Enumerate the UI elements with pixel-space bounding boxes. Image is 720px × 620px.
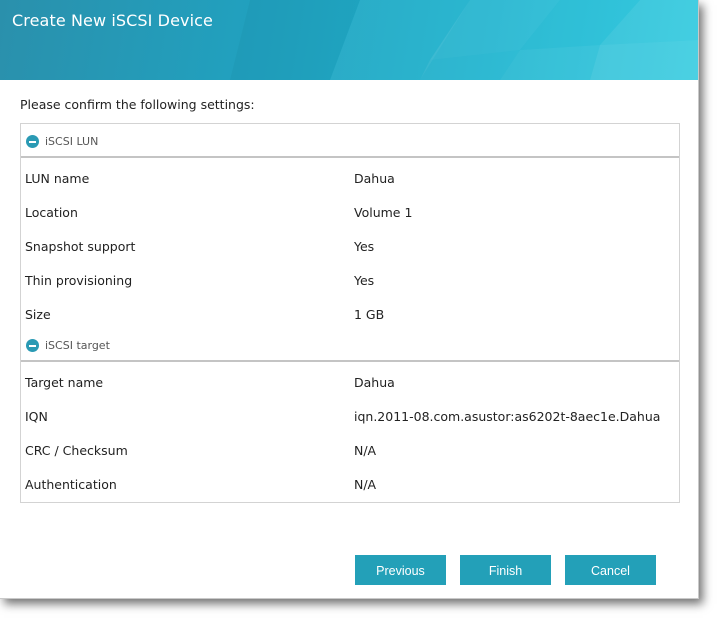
setting-row-iqn: IQN iqn.2011-08.com.asustor:as6202t-8aec… xyxy=(21,400,679,434)
title-bar[interactable]: Create New iSCSI Device xyxy=(0,0,698,80)
setting-key: LUN name xyxy=(25,171,90,186)
previous-button[interactable]: Previous xyxy=(355,555,446,585)
setting-value: N/A xyxy=(354,477,377,492)
setting-value: Dahua xyxy=(354,375,395,390)
setting-key: IQN xyxy=(25,409,48,424)
section-label: iSCSI target xyxy=(45,339,110,352)
setting-row-lun-name: LUN name Dahua xyxy=(21,162,679,196)
setting-row-snapshot-support: Snapshot support Yes xyxy=(21,230,679,264)
setting-key: Location xyxy=(25,205,78,220)
confirm-prompt: Please confirm the following settings: xyxy=(20,97,255,112)
setting-key: CRC / Checksum xyxy=(25,443,128,458)
setting-row-target-name: Target name Dahua xyxy=(21,366,679,400)
setting-value: Dahua xyxy=(354,171,395,186)
setting-value: iqn.2011-08.com.asustor:as6202t-8aec1e.D… xyxy=(354,409,661,424)
setting-value: Volume 1 xyxy=(354,205,413,220)
setting-row-location: Location Volume 1 xyxy=(21,196,679,230)
setting-row-thin-provisioning: Thin provisioning Yes xyxy=(21,264,679,298)
setting-row-size: Size 1 GB xyxy=(21,298,679,332)
section-header-iscsi-target[interactable]: iSCSI target xyxy=(21,328,679,362)
setting-key: Thin provisioning xyxy=(25,273,133,288)
finish-button[interactable]: Finish xyxy=(460,555,551,585)
create-iscsi-dialog: Create New iSCSI Device Please confirm t… xyxy=(0,0,699,599)
setting-key: Target name xyxy=(25,375,104,390)
setting-value: 1 GB xyxy=(354,307,385,322)
cancel-button[interactable]: Cancel xyxy=(565,555,656,585)
collapse-minus-icon[interactable] xyxy=(26,339,39,352)
dialog-title: Create New iSCSI Device xyxy=(12,11,213,30)
collapse-minus-icon[interactable] xyxy=(26,135,39,148)
setting-value: Yes xyxy=(354,273,375,288)
setting-row-crc-checksum: CRC / Checksum N/A xyxy=(21,434,679,468)
settings-summary-panel: iSCSI LUN LUN name Dahua Location Volume… xyxy=(20,123,680,503)
setting-value: N/A xyxy=(354,443,377,458)
setting-row-authentication: Authentication N/A xyxy=(21,468,679,502)
section-header-iscsi-lun[interactable]: iSCSI LUN xyxy=(21,124,679,158)
section-label: iSCSI LUN xyxy=(45,135,99,148)
setting-key: Authentication xyxy=(25,477,117,492)
setting-value: Yes xyxy=(354,239,375,254)
setting-key: Size xyxy=(25,307,51,322)
setting-key: Snapshot support xyxy=(25,239,136,254)
